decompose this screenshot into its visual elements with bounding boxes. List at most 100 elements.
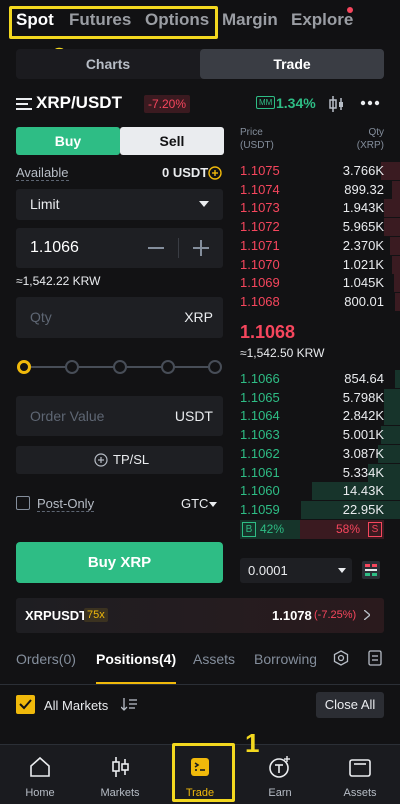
- ask-row[interactable]: 1.1075 3.766K: [240, 162, 400, 180]
- bid-row[interactable]: 1.1060 14.43K: [240, 482, 400, 501]
- price-input[interactable]: 1.1066: [16, 228, 223, 268]
- qty-unit: XRP: [184, 309, 213, 325]
- bid-depth-bar: [395, 370, 400, 388]
- all-markets-label: All Markets: [44, 698, 109, 713]
- nav-assets[interactable]: Assets: [320, 745, 400, 804]
- tab-positions[interactable]: Positions(4): [96, 651, 176, 667]
- order-value-unit: USDT: [174, 408, 213, 424]
- ask-row[interactable]: 1.1071 2.370K: [240, 236, 400, 255]
- bid-row[interactable]: 1.1065 5.798K: [240, 388, 400, 407]
- qty-placeholder: Qty: [30, 309, 52, 325]
- buy-sell-ratio-bar: B 42% 58% S: [240, 520, 384, 539]
- ask-depth-bar: [392, 255, 400, 274]
- bid-depth-bar: [384, 407, 400, 426]
- ask-row[interactable]: 1.1072 5.965K: [240, 218, 400, 237]
- bid-price: 1.1063: [240, 427, 280, 443]
- sell-tab[interactable]: Sell: [120, 127, 224, 155]
- pair-change-badge: -7.20%: [144, 95, 191, 113]
- bid-price: 1.1059: [240, 501, 280, 517]
- tpsl-label: TP/SL: [113, 452, 150, 467]
- price-krw: ≈1,542.22 KRW: [16, 274, 101, 288]
- pair-name[interactable]: XRP/USDT: [36, 93, 122, 113]
- sort-icon[interactable]: [121, 698, 137, 711]
- ask-qty: 800.01: [344, 293, 384, 309]
- precision-select[interactable]: 0.0001: [240, 558, 352, 583]
- bid-qty: 3.087K: [342, 445, 384, 461]
- post-only-checkbox[interactable]: [16, 496, 30, 510]
- order-type-select[interactable]: Limit: [16, 189, 223, 220]
- tpsl-button[interactable]: TP/SL: [16, 446, 223, 474]
- add-funds-icon[interactable]: [208, 166, 222, 180]
- bid-price: 1.1064: [240, 408, 280, 424]
- qty-input[interactable]: Qty XRP: [16, 297, 223, 338]
- tif-select[interactable]: GTC: [181, 496, 208, 511]
- last-price-krw: ≈1,542.50 KRW: [240, 346, 325, 360]
- tab-borrowing[interactable]: Borrowing: [254, 651, 316, 667]
- slider-handle-0[interactable]: [17, 360, 31, 374]
- decrement-icon[interactable]: [148, 247, 164, 249]
- price-header-unit: (USDT): [240, 140, 274, 151]
- ask-depth-bar: [393, 274, 400, 293]
- charts-toggle[interactable]: Charts: [16, 49, 200, 79]
- bid-row[interactable]: 1.1062 3.087K: [240, 444, 400, 463]
- bid-row[interactable]: 1.1061 5.334K: [240, 463, 400, 482]
- menu-lines-icon[interactable]: [16, 98, 32, 111]
- mm-value: 1.34%: [276, 95, 316, 111]
- checkmark-icon: [19, 699, 32, 710]
- tabs-divider: [0, 684, 400, 685]
- slider-stop-25[interactable]: [65, 360, 79, 374]
- close-all-button[interactable]: Close All: [316, 692, 384, 718]
- bid-qty: 14.43K: [342, 483, 384, 499]
- increment-icon[interactable]: [193, 240, 209, 256]
- bid-row[interactable]: 1.1063 5.001K: [240, 426, 400, 445]
- slider-stop-75[interactable]: [161, 360, 175, 374]
- order-history-icon[interactable]: [368, 650, 382, 666]
- order-value-input[interactable]: Order Value USDT: [16, 396, 223, 436]
- available-value: 0 USDT: [162, 165, 209, 180]
- view-toggle: Charts Trade: [16, 49, 384, 79]
- ask-row[interactable]: 1.1070 1.021K: [240, 255, 400, 274]
- bid-qty: 5.001K: [342, 427, 384, 443]
- ask-row[interactable]: 1.1074 899.32: [240, 180, 400, 199]
- ask-depth-bar: [392, 180, 400, 199]
- orderbook-layout-icon[interactable]: [362, 561, 380, 579]
- buy-xrp-button[interactable]: Buy XRP: [16, 542, 223, 583]
- tab-margin[interactable]: Margin: [222, 10, 278, 30]
- slider-stop-100[interactable]: [208, 360, 222, 374]
- stepper-divider: [178, 238, 179, 258]
- perp-ticker-bar[interactable]: XRPUSDT 75x 1.1078 (-7.25%): [16, 598, 384, 633]
- ticker-symbol: XRPUSDT: [25, 608, 88, 623]
- ask-row[interactable]: 1.1069 1.045K: [240, 274, 400, 293]
- ask-qty: 1.045K: [342, 275, 384, 291]
- tab-orders[interactable]: Orders(0): [16, 651, 76, 667]
- more-dots-icon[interactable]: [360, 100, 380, 106]
- bid-qty: 854.64: [344, 371, 384, 386]
- ask-qty: 1.943K: [342, 200, 384, 216]
- bid-price: 1.1066: [240, 371, 280, 386]
- ask-row[interactable]: 1.1073 1.943K: [240, 199, 400, 218]
- wallet-icon: [349, 759, 371, 777]
- bid-row[interactable]: 1.1066 854.64: [240, 370, 400, 388]
- all-markets-checkbox[interactable]: [16, 695, 35, 714]
- last-price: 1.1068: [240, 322, 296, 342]
- nav-earn-label: Earn: [268, 787, 292, 799]
- order-type-value: Limit: [30, 196, 60, 212]
- slider-stop-50[interactable]: [113, 360, 127, 374]
- tab-explore[interactable]: Explore: [291, 10, 353, 30]
- buy-tab[interactable]: Buy: [16, 127, 120, 155]
- settings-hex-icon[interactable]: [333, 650, 349, 666]
- tab-assets[interactable]: Assets: [193, 651, 235, 667]
- bid-row[interactable]: 1.1059 22.95K: [240, 500, 400, 519]
- candlestick-settings-icon[interactable]: [328, 94, 346, 114]
- chevron-right-icon: [364, 610, 370, 620]
- pair-header: XRP/USDT -7.20% MM 1.34%: [16, 92, 386, 116]
- ticker-price: 1.1078: [272, 608, 312, 623]
- markets-candle-icon: [112, 757, 129, 777]
- nav-home[interactable]: Home: [0, 745, 80, 804]
- bid-row[interactable]: 1.1064 2.842K: [240, 407, 400, 426]
- trade-toggle[interactable]: Trade: [200, 49, 384, 79]
- ask-depth-bar: [384, 199, 400, 218]
- nav-markets[interactable]: Markets: [80, 745, 160, 804]
- ask-row[interactable]: 1.1068 800.01: [240, 292, 400, 311]
- nav-home-label: Home: [25, 787, 55, 799]
